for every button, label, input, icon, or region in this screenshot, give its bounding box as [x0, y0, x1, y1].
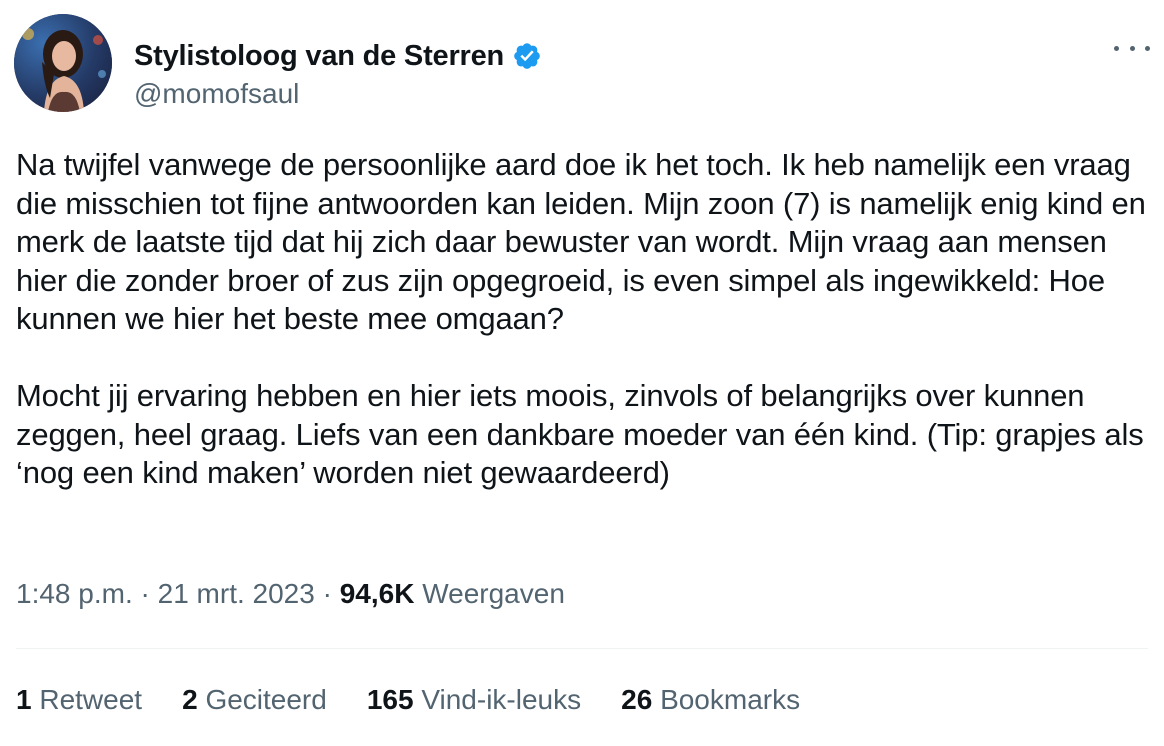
likes-count: 165 — [366, 684, 414, 715]
quotes-count: 2 — [182, 684, 198, 715]
likes-label: Vind-ik-leuks — [421, 684, 582, 715]
tweet-header: Stylistoloog van de Sterren @momofsaul — [14, 14, 1150, 114]
quotes-label: Geciteerd — [205, 684, 327, 715]
tweet-paragraph: Mocht jij ervaring hebben en hier iets m… — [16, 378, 1144, 490]
author-name-row: Stylistoloog van de Sterren — [134, 36, 542, 76]
tweet-time[interactable]: 1:48 p.m. — [16, 578, 133, 609]
retweets-label: Retweet — [39, 684, 143, 715]
tweet-date[interactable]: 21 mrt. 2023 — [158, 578, 315, 609]
tweet-paragraph: Na twijfel vanwege de persoonlijke aard … — [16, 147, 1146, 336]
views-count: 94,6K — [339, 578, 415, 609]
engagement-stats: 1 Retweet 2 Geciteerd 165 Vind-ik-leuks … — [16, 684, 840, 716]
tweet-card: Stylistoloog van de Sterren @momofsaul N… — [0, 0, 1164, 746]
bookmarks-stat[interactable]: 26 Bookmarks — [621, 684, 800, 716]
author-handle[interactable]: @momofsaul — [134, 78, 299, 110]
bookmarks-label: Bookmarks — [660, 684, 801, 715]
tweet-text: Na twijfel vanwege de persoonlijke aard … — [16, 146, 1156, 493]
tweet-meta: 1:48 p.m. · 21 mrt. 2023 · 94,6K Weergav… — [16, 578, 565, 610]
display-name[interactable]: Stylistoloog van de Sterren — [134, 40, 504, 73]
retweets-stat[interactable]: 1 Retweet — [16, 684, 142, 716]
meta-separator: · — [132, 578, 158, 609]
views-label: Weergaven — [422, 578, 565, 609]
more-options-icon[interactable] — [1114, 36, 1150, 60]
likes-stat[interactable]: 165 Vind-ik-leuks — [367, 684, 581, 716]
bookmarks-count: 26 — [621, 684, 653, 715]
avatar[interactable] — [14, 14, 112, 112]
retweets-count: 1 — [16, 684, 32, 715]
divider — [16, 648, 1148, 649]
quotes-stat[interactable]: 2 Geciteerd — [182, 684, 327, 716]
verified-badge-icon — [512, 41, 542, 71]
meta-separator: · — [314, 578, 340, 609]
